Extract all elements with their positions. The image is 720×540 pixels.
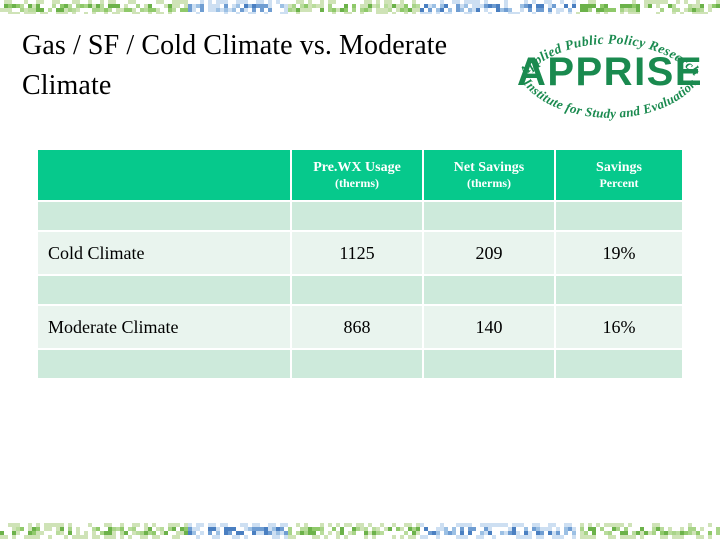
column-header-net-savings: Net Savings (therms) bbox=[424, 150, 554, 200]
top-decorative-strip bbox=[0, 0, 720, 14]
climate-comparison-table: Pre.WX Usage (therms) Net Savings (therm… bbox=[36, 148, 684, 380]
column-header-prewx-usage-sub: (therms) bbox=[335, 176, 379, 191]
table-spacer-row bbox=[38, 202, 682, 230]
logo-wordmark: APPRISE bbox=[517, 50, 703, 94]
table-row: Cold Climate 1125 209 19% bbox=[38, 232, 682, 274]
bottom-decorative-strip bbox=[0, 523, 720, 540]
column-header-savings-percent: Savings Percent bbox=[556, 150, 682, 200]
page-title: Gas / SF / Cold Climate vs. Moderate Cli… bbox=[22, 30, 448, 101]
column-header-blank bbox=[38, 150, 290, 200]
column-header-savings-percent-sub: Percent bbox=[599, 176, 639, 191]
column-header-savings-percent-label: Savings bbox=[596, 159, 642, 175]
cell-cold-climate-savings-percent: 19% bbox=[556, 232, 682, 274]
table-row: Moderate Climate 868 140 16% bbox=[38, 306, 682, 348]
row-label-cold-climate: Cold Climate bbox=[38, 232, 290, 274]
column-header-prewx-usage: Pre.WX Usage (therms) bbox=[292, 150, 422, 200]
column-header-net-savings-label: Net Savings bbox=[453, 159, 525, 175]
cell-cold-climate-net-savings: 209 bbox=[424, 232, 554, 274]
cell-moderate-climate-savings-percent: 16% bbox=[556, 306, 682, 348]
table-container: Pre.WX Usage (therms) Net Savings (therm… bbox=[36, 148, 682, 380]
cell-cold-climate-prewx-usage: 1125 bbox=[292, 232, 422, 274]
table-header-row: Pre.WX Usage (therms) Net Savings (therm… bbox=[38, 150, 682, 200]
cell-moderate-climate-net-savings: 140 bbox=[424, 306, 554, 348]
table-spacer-row bbox=[38, 350, 682, 378]
row-label-moderate-climate: Moderate Climate bbox=[38, 306, 290, 348]
column-header-prewx-usage-label: Pre.WX Usage bbox=[313, 159, 401, 175]
cell-moderate-climate-prewx-usage: 868 bbox=[292, 306, 422, 348]
column-header-net-savings-sub: (therms) bbox=[467, 176, 511, 191]
table-spacer-row bbox=[38, 276, 682, 304]
apprise-logo: Applied Public Policy Research Institute… bbox=[504, 22, 716, 126]
